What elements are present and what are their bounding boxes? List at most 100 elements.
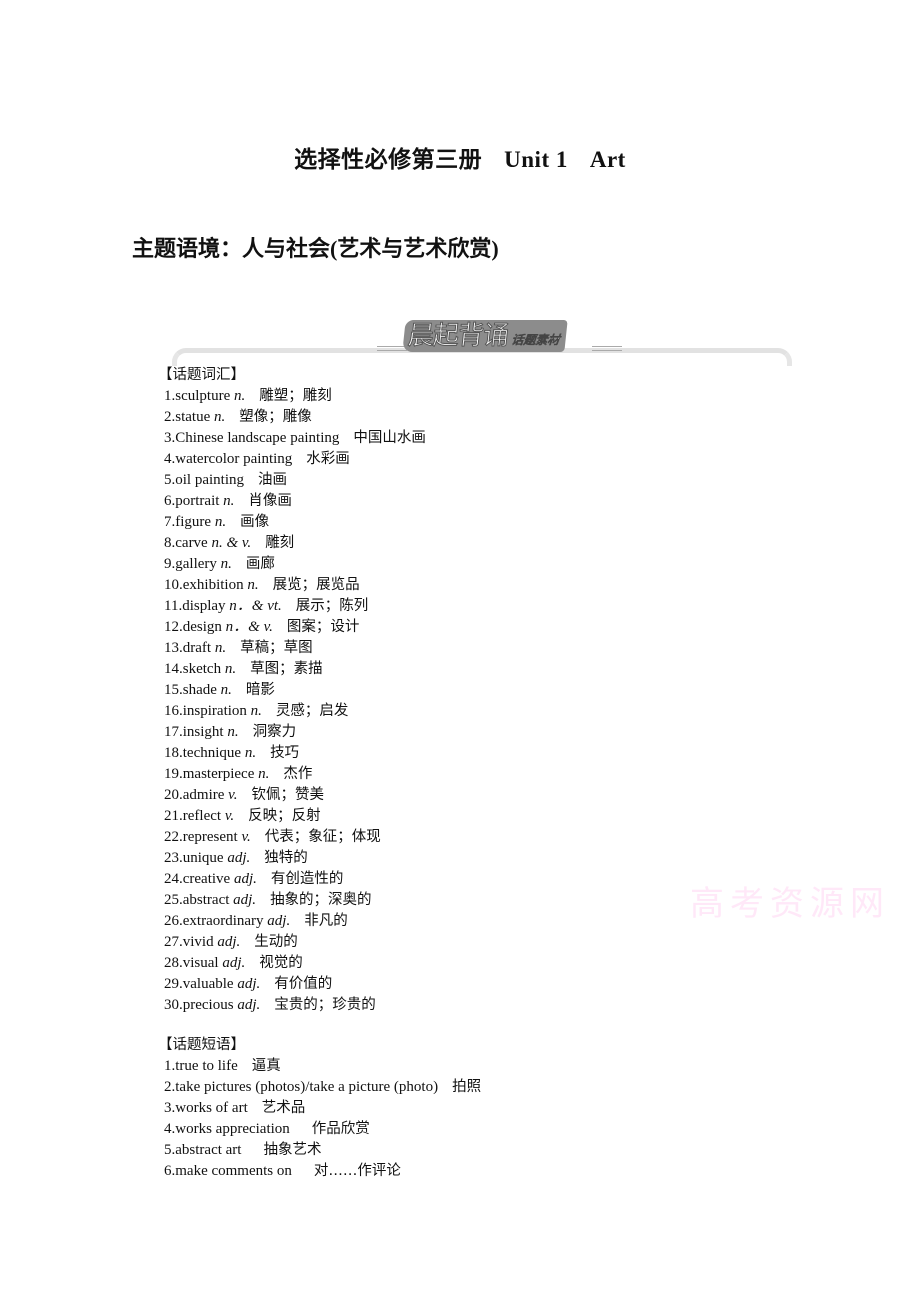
vocabulary-item: 13.draft n. 草稿；草图 (164, 638, 426, 659)
item-word: draft (182, 640, 212, 656)
phrase-meaning: 艺术品 (261, 1100, 306, 1116)
item-part-of-speech: n. (244, 745, 257, 761)
item-part-of-speech: adj. (233, 892, 257, 908)
item-number: 9. (164, 556, 176, 572)
item-word: exhibition (182, 577, 244, 593)
vocabulary-item: 4.watercolor painting 水彩画 (164, 449, 426, 470)
item-number: 16. (164, 703, 183, 719)
item-part-of-speech: adj. (237, 997, 261, 1013)
phrase-text: abstract art (175, 1142, 242, 1158)
vocabulary-item: 30.precious adj. 宝贵的；珍贵的 (164, 995, 426, 1016)
item-number: 12. (164, 619, 183, 635)
item-meaning: 展示；陈列 (295, 598, 369, 614)
item-meaning: 灵感；启发 (275, 703, 349, 719)
item-number: 26. (164, 913, 183, 929)
item-part-of-speech: n．& v. (225, 619, 273, 635)
item-number: 6. (164, 493, 176, 509)
phrase-number: 2. (164, 1079, 176, 1095)
item-number: 2. (164, 409, 176, 425)
item-part-of-speech: n. (247, 577, 259, 593)
phrase-meaning: 对……作评论 (313, 1163, 401, 1179)
vocabulary-item: 27.vivid adj. 生动的 (164, 932, 426, 953)
phrase-text: take pictures (photos)/take a picture (p… (175, 1079, 439, 1095)
phrase-meaning: 逼真 (251, 1058, 281, 1074)
item-word: figure (175, 514, 212, 530)
item-word: visual (182, 955, 219, 971)
item-number: 20. (164, 787, 183, 803)
item-meaning: 钦佩；赞美 (251, 787, 324, 803)
vocabulary-item: 19.masterpiece n. 杰作 (164, 764, 426, 785)
item-word: watercolor painting (175, 451, 293, 467)
item-number: 19. (164, 766, 183, 782)
vocabulary-item: 16.inspiration n. 灵感；启发 (164, 701, 426, 722)
vocabulary-item: 17.insight n. 洞察力 (164, 722, 426, 743)
item-number: 17. (164, 724, 183, 740)
watermark: 高考资源网 (690, 884, 890, 924)
item-meaning: 画廊 (245, 556, 275, 572)
item-word: statue (175, 409, 211, 425)
item-word: sketch (182, 661, 222, 677)
item-word: technique (182, 745, 242, 761)
vocabulary-item: 8.carve n. & v. 雕刻 (164, 533, 426, 554)
item-number: 11. (164, 598, 183, 614)
phrase-text: true to life (175, 1058, 238, 1074)
item-meaning: 代表；象征；体现 (264, 829, 381, 845)
item-meaning: 洞察力 (252, 724, 297, 740)
item-word: Chinese landscape painting (175, 430, 340, 446)
item-meaning: 有价值的 (274, 976, 333, 992)
item-part-of-speech: adj. (222, 955, 246, 971)
item-number: 8. (164, 535, 176, 551)
item-number: 15. (164, 682, 183, 698)
item-number: 7. (164, 514, 176, 530)
phrase-item: 4.works appreciation 作品欣赏 (164, 1119, 481, 1140)
item-meaning: 视觉的 (259, 955, 303, 971)
item-word: shade (182, 682, 217, 698)
vocabulary-item: 18.technique n. 技巧 (164, 743, 426, 764)
item-word: masterpiece (182, 766, 255, 782)
item-number: 21. (164, 808, 183, 824)
item-part-of-speech: n. (220, 682, 232, 698)
item-word: creative (182, 871, 231, 887)
section-banner: 晨起背诵 话题素材 (162, 318, 802, 368)
item-number: 1. (164, 388, 176, 404)
item-word: precious (182, 997, 234, 1013)
phrase-item: 2.take pictures (photos)/take a picture … (164, 1077, 481, 1098)
item-part-of-speech: n. (223, 493, 235, 509)
item-meaning: 有创造性的 (270, 871, 344, 887)
vocabulary-item: 5.oil painting 油画 (164, 470, 426, 491)
item-word: abstract (182, 892, 230, 908)
item-number: 27. (164, 934, 183, 950)
item-meaning: 宝贵的；珍贵的 (274, 997, 376, 1013)
item-number: 22. (164, 829, 183, 845)
item-number: 13. (164, 640, 183, 656)
vocabulary-item: 25.abstract adj. 抽象的；深奥的 (164, 890, 426, 911)
item-word: sculpture (175, 388, 231, 404)
vocabulary-item: 28.visual adj. 视觉的 (164, 953, 426, 974)
vocabulary-item: 7.figure n. 画像 (164, 512, 426, 533)
item-word: gallery (175, 556, 217, 572)
item-meaning: 草稿；草图 (240, 640, 313, 656)
item-number: 30. (164, 997, 183, 1013)
item-number: 14. (164, 661, 183, 677)
phrase-item: 3.works of art 艺术品 (164, 1098, 481, 1119)
item-word: unique (182, 850, 224, 866)
phrase-number: 4. (164, 1121, 176, 1137)
item-word: insight (182, 724, 224, 740)
vocabulary-item: 15.shade n. 暗影 (164, 680, 426, 701)
phrase-item: 1.true to life 逼真 (164, 1056, 481, 1077)
item-number: 28. (164, 955, 183, 971)
vocabulary-list: 1.sculpture n. 雕塑；雕刻 2.statue n. 塑像；雕像 3.Chi… (164, 386, 426, 1016)
item-meaning: 画像 (240, 514, 270, 530)
item-word: admire (182, 787, 225, 803)
vocabulary-item: 10.exhibition n. 展览；展览品 (164, 575, 426, 596)
title-topic: Art (589, 147, 626, 172)
phrase-meaning: 作品欣赏 (311, 1121, 370, 1137)
phrases-list: 1.true to life 逼真 2.take pictures (photos)… (164, 1056, 481, 1182)
item-meaning: 独特的 (264, 850, 308, 866)
item-part-of-speech: v. (241, 829, 251, 845)
phrase-number: 6. (164, 1163, 176, 1179)
item-part-of-speech: adj. (227, 850, 251, 866)
banner-main-text: 晨起背诵 (406, 321, 510, 352)
vocabulary-item: 29.valuable adj. 有价值的 (164, 974, 426, 995)
item-meaning: 肖像画 (248, 493, 292, 509)
